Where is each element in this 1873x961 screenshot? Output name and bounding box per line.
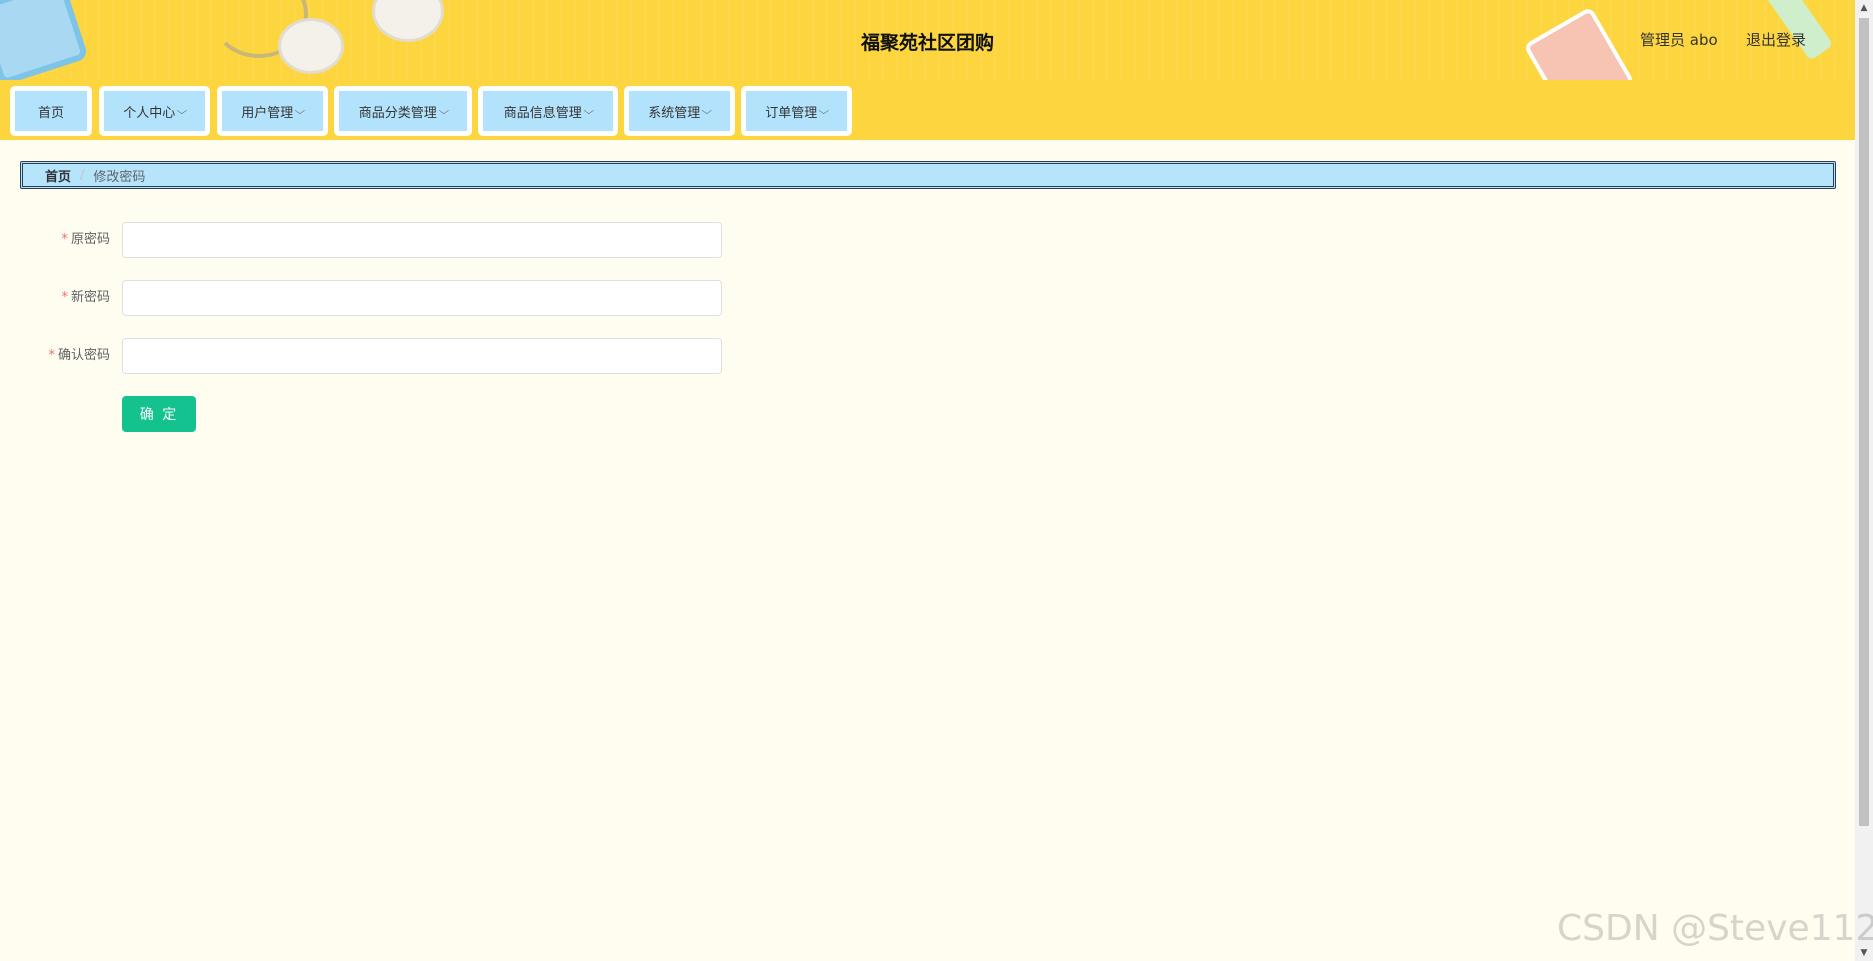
scroll-thumb[interactable]: [1859, 18, 1869, 826]
field-label: 原密码: [70, 232, 110, 247]
confirm-password-input[interactable]: [122, 338, 722, 374]
nav-item-order-management[interactable]: 订单管理 ⌵: [741, 86, 852, 136]
main-nav: 首页 个人中心 ⌵ 用户管理 ⌵ 商品分类管理 ⌵ 商品信息管理 ⌵ 系统管理 ⌵ 订单管…: [0, 80, 1855, 140]
top-header: 福聚苑社区团购 管理员 abo 退出登录: [0, 0, 1855, 80]
admin-user-label: 管理员 abo: [1640, 31, 1718, 49]
chevron-down-icon: ⌵: [438, 105, 449, 117]
confirm-password-label: * 确认密码: [48, 338, 110, 374]
breadcrumb: 首页 / 修改密码: [20, 161, 1836, 189]
nav-item-label: 商品分类管理: [358, 105, 437, 121]
nav-item-product-management[interactable]: 商品信息管理 ⌵: [478, 86, 618, 136]
required-mark: *: [61, 232, 68, 247]
nav-item-label: 个人中心: [123, 105, 176, 121]
nav-item-label: 用户管理: [241, 105, 294, 121]
old-password-row: * 原密码: [0, 222, 730, 258]
new-password-row: * 新密码: [0, 280, 730, 316]
chevron-down-icon: ⌵: [583, 105, 594, 117]
confirm-password-row: * 确认密码: [0, 338, 730, 374]
chevron-down-icon: ⌵: [701, 105, 713, 117]
old-password-label: * 原密码: [61, 222, 110, 258]
chevron-down-icon: ⌵: [818, 105, 830, 117]
nav-item-personal-center[interactable]: 个人中心 ⌵: [99, 86, 210, 136]
nav-item-label: 订单管理: [765, 105, 818, 121]
required-mark: *: [48, 348, 55, 363]
new-password-input[interactable]: [122, 280, 722, 316]
breadcrumb-current: 修改密码: [93, 169, 146, 185]
site-title: 福聚苑社区团购: [860, 32, 994, 54]
nav-item-label: 商品信息管理: [503, 105, 582, 121]
nav-item-label: 首页: [37, 105, 64, 121]
confirm-button[interactable]: 确 定: [122, 396, 196, 432]
breadcrumb-home[interactable]: 首页: [45, 166, 71, 185]
required-mark: *: [61, 290, 68, 305]
nav-item-system-management[interactable]: 系统管理 ⌵: [624, 86, 735, 136]
chevron-down-icon: ⌵: [294, 105, 306, 117]
field-label: 新密码: [70, 290, 110, 305]
watermark: CSDN @Steve1122: [1557, 908, 1873, 949]
page-scrollbar[interactable]: ▲ ▼: [1855, 0, 1873, 961]
nav-item-category-management[interactable]: 商品分类管理 ⌵: [334, 86, 472, 136]
nav-item-home[interactable]: 首页: [10, 86, 92, 136]
logout-link[interactable]: 退出登录: [1746, 29, 1806, 50]
nav-item-label: 系统管理: [648, 105, 701, 121]
chevron-down-icon: ⌵: [176, 105, 188, 117]
new-password-label: * 新密码: [61, 280, 110, 316]
scroll-up-arrow-icon[interactable]: ▲: [1855, 0, 1873, 16]
old-password-input[interactable]: [122, 222, 722, 258]
breadcrumb-separator: /: [80, 167, 85, 183]
field-label: 确认密码: [57, 348, 110, 363]
nav-item-user-management[interactable]: 用户管理 ⌵: [217, 86, 328, 136]
